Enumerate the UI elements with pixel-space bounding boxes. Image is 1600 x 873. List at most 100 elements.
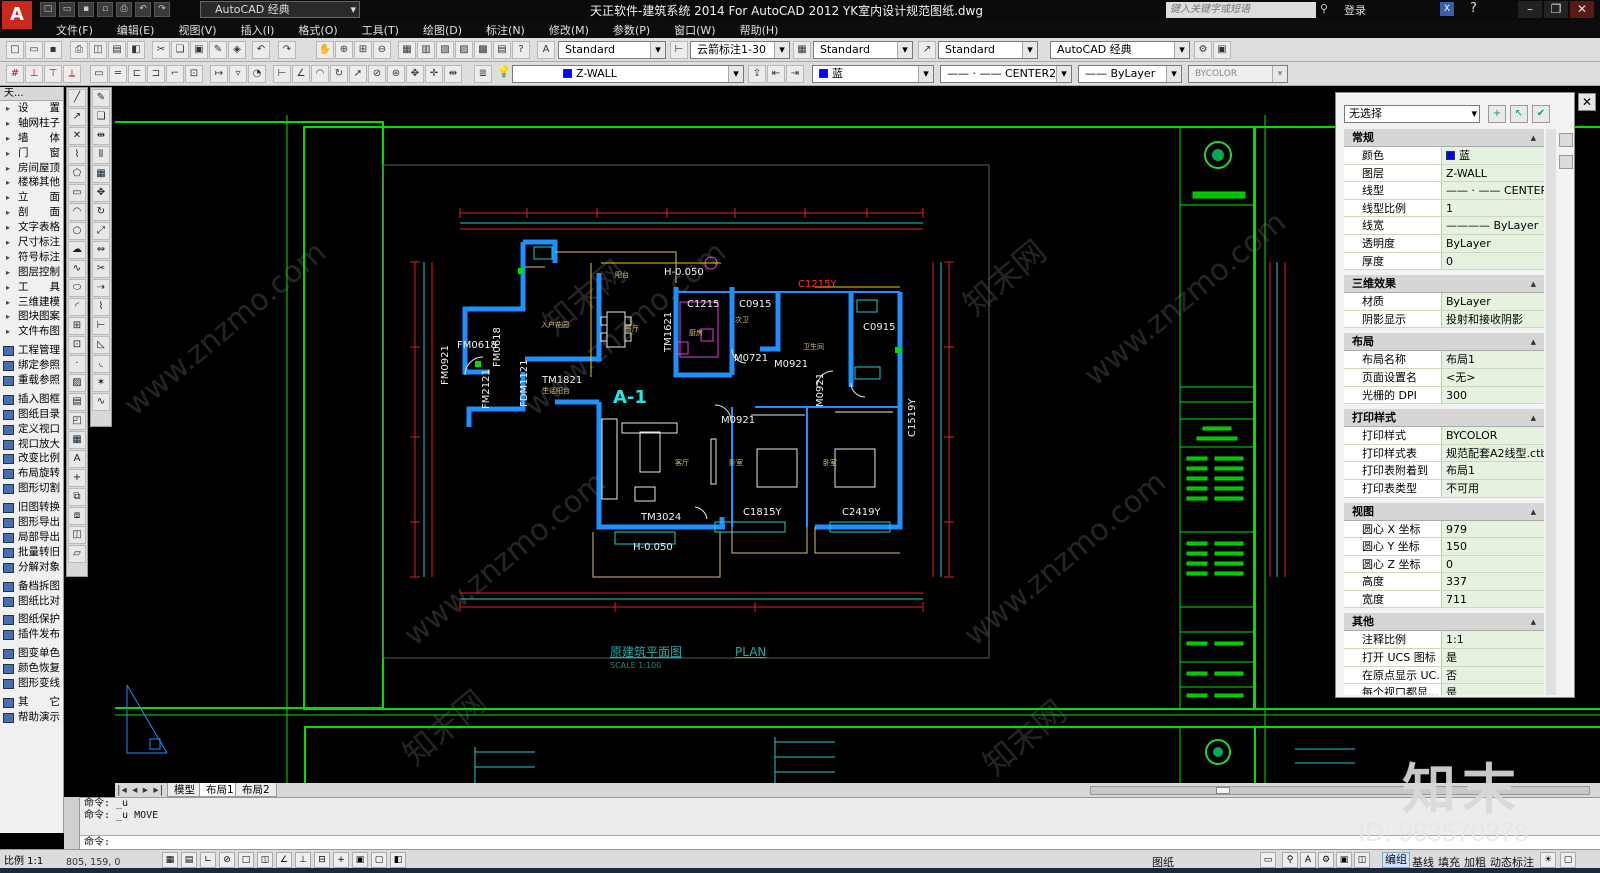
lock-icon[interactable]: ▣ [1336, 852, 1352, 868]
point-icon[interactable]: · [68, 355, 86, 373]
snap-icon[interactable]: ▦ [162, 852, 178, 868]
property-row[interactable]: 圆心 X 坐标 979 [1344, 520, 1544, 539]
cloud-icon[interactable]: ☁ [68, 241, 86, 259]
property-row[interactable]: 宽度 711 [1344, 590, 1544, 609]
layer-state-icon[interactable]: ⇥ [786, 65, 804, 83]
stretch-icon[interactable]: ⇔ [92, 241, 110, 259]
3d-dwf-icon[interactable]: ◧ [127, 41, 145, 59]
panel-item[interactable]: 图形变线 [0, 676, 63, 691]
axis-dim-icon[interactable]: ⟂ [63, 65, 81, 83]
properties-section-header[interactable]: 打印样式 [1344, 409, 1544, 428]
layer-off-icon[interactable]: ⊘ [368, 65, 386, 83]
lineweight-select[interactable]: —— ByLayer [1078, 65, 1182, 83]
panel-item[interactable]: 其 它 [0, 695, 63, 710]
property-row[interactable]: 高度 337 [1344, 573, 1544, 591]
tab-model[interactable]: 模型 [167, 783, 202, 797]
dim-style-icon[interactable]: ⊢ [670, 41, 688, 59]
app-logo[interactable]: A [2, 1, 32, 29]
window-tool-icon[interactable]: ═ [109, 65, 127, 83]
wall-icon[interactable]: ▭ [90, 65, 108, 83]
make-block-icon[interactable]: ⊡ [68, 336, 86, 354]
properties-section-header[interactable]: 其他 [1344, 613, 1544, 632]
property-row[interactable]: 图层 Z-WALL [1344, 164, 1544, 183]
ray-icon[interactable]: ↗ [68, 108, 86, 126]
layer-select[interactable]: Z-WALL [512, 65, 744, 83]
save-icon[interactable]: ▪ [78, 2, 94, 17]
panel-item[interactable]: ▸ 文件布图 [0, 324, 63, 339]
panel-item[interactable]: 定义视口 [0, 422, 63, 437]
minimize-button[interactable]: – [1518, 1, 1542, 18]
arc-icon[interactable]: ◠ [68, 203, 86, 221]
make-current-icon[interactable]: ⇪ [748, 65, 766, 83]
property-value[interactable]: BYCOLOR [1441, 427, 1544, 444]
spline-icon[interactable]: ∿ [68, 260, 86, 278]
command-grip[interactable] [64, 797, 80, 849]
dim-radius-icon[interactable]: ◠ [311, 65, 329, 83]
erase-icon[interactable]: ✎ [92, 89, 110, 107]
polyline-icon[interactable]: ⌇ [68, 146, 86, 164]
property-value[interactable]: 投射和接收阴影 [1441, 310, 1544, 328]
property-value[interactable]: —— · —— CENTER2 [1441, 182, 1544, 199]
property-value[interactable]: 蓝 [1441, 147, 1544, 164]
panel-item[interactable]: ▸ 三维建模 [0, 295, 63, 310]
properties-section-header[interactable]: 常规 [1344, 129, 1544, 147]
tool-palette-icon[interactable]: ▧ [436, 41, 454, 59]
group-icon[interactable]: ⧉ [68, 488, 86, 506]
table-style-select[interactable]: Standard [813, 41, 913, 59]
save-as-icon[interactable]: ▫ [97, 2, 113, 17]
selection-select[interactable]: 无选择 [1344, 105, 1480, 123]
qp-icon[interactable]: ▢ [371, 852, 387, 868]
properties-section-header[interactable]: 三维效果 [1344, 275, 1544, 294]
property-value[interactable]: 150 [1441, 538, 1544, 555]
property-value[interactable]: 1:1 [1441, 631, 1544, 649]
palette-properties-icon[interactable] [1559, 155, 1573, 169]
scale-icon[interactable]: ⤢ [92, 222, 110, 240]
clean-screen-icon[interactable]: ▢ [1560, 852, 1576, 868]
mleader-style-select[interactable]: Standard [938, 41, 1038, 59]
panel-item[interactable]: 图纸保护 [0, 612, 63, 627]
cut-icon[interactable]: ✂ [152, 41, 170, 59]
help-icon[interactable]: ? [1470, 1, 1477, 16]
stair-icon[interactable]: ⌐ [166, 65, 184, 83]
otrack-icon[interactable]: ∠ [276, 852, 292, 868]
clip-icon[interactable]: ▱ [68, 545, 86, 563]
menu-window[interactable]: 窗口(W) [662, 22, 727, 38]
copy-icon[interactable]: ❏ [171, 41, 189, 59]
calculator-icon[interactable]: ▤ [493, 41, 511, 59]
lightbulb-icon[interactable]: ☀ [1540, 852, 1556, 868]
property-row[interactable]: 光栅的 DPI 300 [1344, 386, 1544, 405]
linetype-select[interactable]: —— · —— CENTER2 [940, 65, 1072, 83]
menu-view[interactable]: 视图(V) [166, 22, 228, 38]
property-row[interactable]: 页面设置名 <无> [1344, 368, 1544, 387]
property-value[interactable]: 不可用 [1441, 479, 1544, 497]
property-value[interactable]: 0 [1441, 555, 1544, 573]
property-value[interactable]: ByLayer [1441, 234, 1544, 252]
gradient-icon[interactable]: ▤ [68, 393, 86, 411]
zoom-previous-icon[interactable]: ⊖ [373, 41, 391, 59]
ellipse-icon[interactable]: ⬭ [68, 279, 86, 297]
explode-icon[interactable]: ✶ [92, 374, 110, 392]
toolbar-lock-icon[interactable]: ◫ [1354, 852, 1370, 868]
panel-item[interactable]: ▸ 尺寸标注 [0, 235, 63, 250]
array-icon[interactable]: ▦ [92, 165, 110, 183]
ellipse-arc-icon[interactable]: ◜ [68, 298, 86, 316]
grid-icon[interactable]: ▤ [181, 852, 197, 868]
break-icon[interactable]: ⌇ [92, 298, 110, 316]
panel-item[interactable]: ▸ 剖 面 [0, 205, 63, 220]
paste-icon[interactable]: ▣ [190, 41, 208, 59]
property-value[interactable]: 是 [1441, 649, 1544, 666]
mtext-icon[interactable]: A [68, 450, 86, 468]
panel-item[interactable]: 图形导出 [0, 515, 63, 530]
property-value[interactable]: ByLayer [1441, 293, 1544, 310]
property-value[interactable]: 规范配套A2线型.ctb [1441, 444, 1544, 462]
trim-icon[interactable]: ✂ [92, 260, 110, 278]
property-value[interactable]: ———— ByLayer [1441, 217, 1544, 234]
ducs-icon[interactable]: ⊥ [295, 852, 311, 868]
property-value[interactable]: 337 [1441, 573, 1544, 590]
xline-icon[interactable]: ✕ [68, 127, 86, 145]
panel-item[interactable]: ▸ 图块图案 [0, 309, 63, 324]
property-value[interactable]: 711 [1441, 590, 1544, 608]
close-icon[interactable]: ✕ [1578, 93, 1596, 111]
plot-icon[interactable]: ⎙ [70, 41, 88, 59]
rotate-tool-icon[interactable]: ↻ [92, 203, 110, 221]
